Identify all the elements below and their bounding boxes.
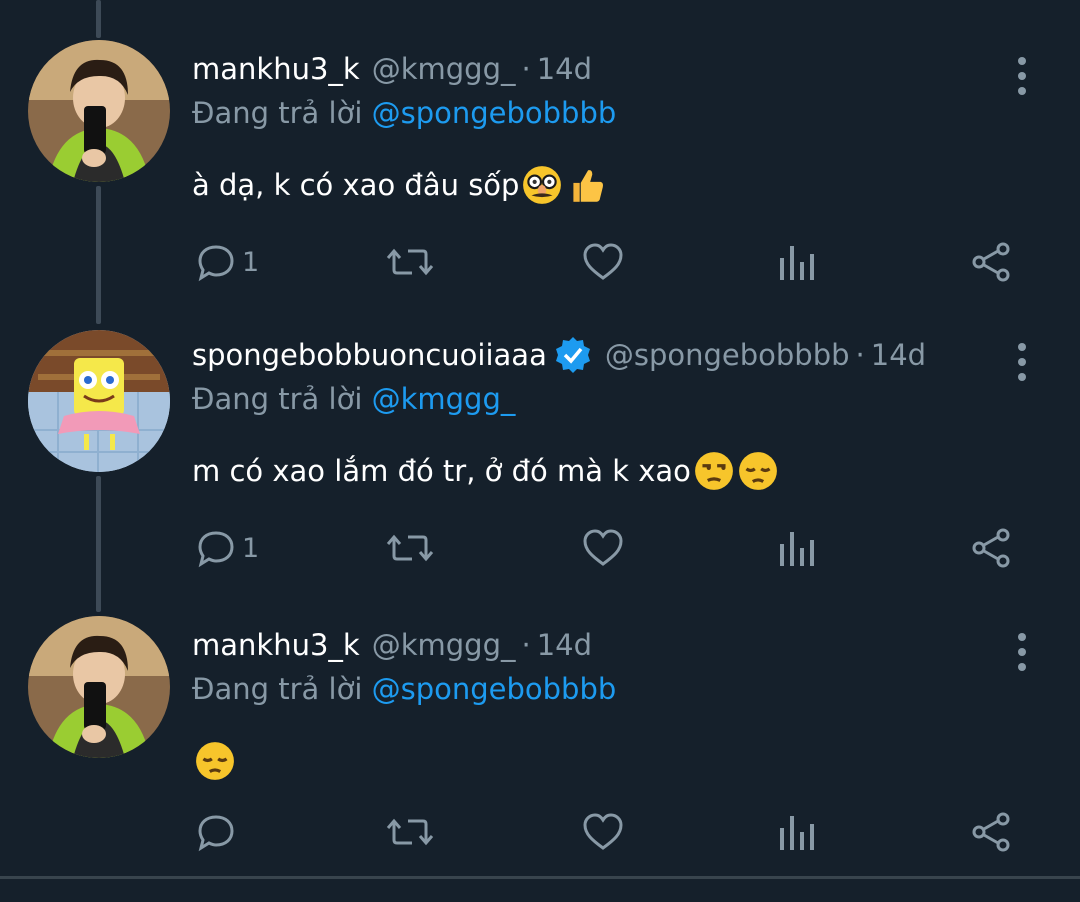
- share-button[interactable]: [970, 232, 1012, 292]
- reply-button[interactable]: [196, 802, 242, 862]
- timestamp[interactable]: 14d: [537, 628, 592, 662]
- verified-badge-icon: [553, 335, 593, 375]
- tweet-text-body: à dạ, k có xao đâu sốp: [192, 168, 520, 202]
- retweet-icon: [386, 534, 434, 562]
- share-button[interactable]: [970, 518, 1012, 578]
- user-handle[interactable]: @spongebobbbb: [605, 338, 850, 372]
- replying-to: Đang trả lời @kmggg_: [192, 382, 515, 416]
- reply-mention-link[interactable]: @spongebobbbb: [372, 672, 617, 706]
- retweet-button[interactable]: [386, 232, 434, 292]
- replying-to: Đang trả lời @spongebobbbb: [192, 96, 616, 130]
- analytics-button[interactable]: [778, 518, 816, 578]
- avatar[interactable]: [28, 616, 170, 758]
- action-bar: [0, 802, 1080, 862]
- reply-mention-link[interactable]: @spongebobbbb: [372, 96, 617, 130]
- user-handle[interactable]: @kmggg_: [372, 628, 516, 662]
- reply-count: 1: [242, 246, 260, 278]
- retweet-icon: [386, 248, 434, 276]
- analytics-icon: [780, 532, 814, 566]
- action-bar: 1: [0, 518, 1080, 578]
- reply-prefix: Đang trả lời: [192, 96, 363, 130]
- reply-prefix: Đang trả lời: [192, 382, 363, 416]
- more-icon[interactable]: [1004, 622, 1040, 682]
- share-icon: [972, 528, 1010, 568]
- tweet-text: [192, 740, 236, 782]
- tweet-text: à dạ, k có xao đâu sốp: [192, 164, 607, 206]
- reply-button[interactable]: 1: [196, 518, 259, 578]
- reply-icon: [198, 531, 234, 568]
- reply-count: 1: [242, 532, 260, 564]
- tweet-text: m có xao lắm đó tr, ở đó mà k xao: [192, 450, 779, 492]
- separator-dot: ·: [521, 628, 531, 662]
- avatar[interactable]: [28, 330, 170, 472]
- pensive-face-emoji: [739, 452, 777, 490]
- like-button[interactable]: [582, 802, 624, 862]
- display-name[interactable]: mankhu3_k: [192, 52, 360, 86]
- pensive-face-emoji: [196, 742, 234, 780]
- like-icon: [583, 813, 623, 850]
- separator-dot: ·: [521, 52, 531, 86]
- like-button[interactable]: [582, 518, 624, 578]
- analytics-button[interactable]: [778, 232, 816, 292]
- unamused-face-emoji: [695, 452, 733, 490]
- user-handle[interactable]: @kmggg_: [372, 52, 516, 86]
- retweet-button[interactable]: [386, 518, 434, 578]
- timestamp[interactable]: 14d: [537, 52, 592, 86]
- disguised-face-emoji: [523, 166, 562, 204]
- retweet-button[interactable]: [386, 802, 434, 862]
- like-button[interactable]: [582, 232, 624, 292]
- analytics-icon: [780, 816, 814, 850]
- share-icon: [972, 242, 1010, 282]
- tweet-header: mankhu3_k @kmggg_ · 14d: [192, 620, 592, 670]
- divider: [0, 876, 1080, 879]
- reply-button[interactable]: 1: [196, 232, 259, 292]
- thumbs-up-emoji: [573, 170, 604, 202]
- reply-icon: [198, 245, 234, 282]
- share-icon: [972, 812, 1010, 852]
- tweet-header: mankhu3_k @kmggg_ · 14d: [192, 44, 592, 94]
- reply-mention-link[interactable]: @kmggg_: [372, 382, 516, 416]
- more-icon[interactable]: [1004, 332, 1040, 392]
- tweet-text-body: m có xao lắm đó tr, ở đó mà k xao: [192, 454, 691, 488]
- action-bar: 1: [0, 232, 1080, 292]
- tweet-header: spongebobbuoncuoiiaaa @spongebobbbb · 14…: [192, 330, 926, 380]
- display-name[interactable]: spongebobbuoncuoiiaaa: [192, 338, 547, 372]
- analytics-button[interactable]: [778, 802, 816, 862]
- like-icon: [583, 243, 623, 280]
- analytics-icon: [780, 246, 814, 280]
- display-name[interactable]: mankhu3_k: [192, 628, 360, 662]
- reply-prefix: Đang trả lời: [192, 672, 363, 706]
- separator-dot: ·: [855, 338, 865, 372]
- replying-to: Đang trả lời @spongebobbbb: [192, 672, 616, 706]
- retweet-icon: [386, 818, 434, 846]
- reply-icon: [198, 815, 234, 852]
- avatar[interactable]: [28, 40, 170, 182]
- timestamp[interactable]: 14d: [871, 338, 926, 372]
- share-button[interactable]: [970, 802, 1012, 862]
- like-icon: [583, 529, 623, 566]
- thread-line: [96, 0, 101, 38]
- more-icon[interactable]: [1004, 46, 1040, 106]
